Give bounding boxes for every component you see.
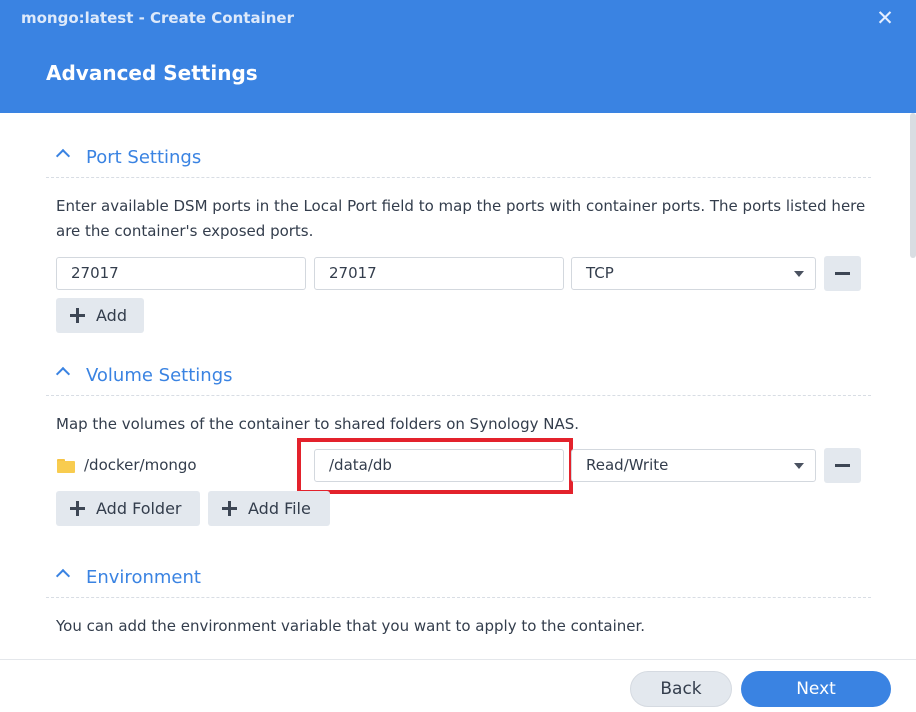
environment-header[interactable]: Environment: [46, 557, 871, 598]
volume-settings-title: Volume Settings: [86, 365, 233, 386]
environment-description: You can add the environment variable tha…: [56, 617, 646, 635]
add-port-label: Add: [96, 306, 127, 325]
container-port-input[interactable]: 27017: [314, 257, 564, 290]
port-settings-header[interactable]: Port Settings: [46, 137, 871, 178]
port-settings-title: Port Settings: [86, 147, 202, 168]
next-button[interactable]: Next: [741, 671, 891, 707]
plus-icon: [222, 501, 237, 516]
add-folder-label: Add Folder: [96, 499, 182, 518]
back-button[interactable]: Back: [630, 671, 732, 707]
page-title: Advanced Settings: [46, 61, 258, 85]
highlight-box: [297, 438, 573, 494]
volume-folder-path: /docker/mongo: [84, 456, 197, 474]
add-file-button[interactable]: Add File: [208, 491, 330, 526]
plus-icon: [70, 501, 85, 516]
minus-icon: [835, 464, 850, 467]
volume-settings-header[interactable]: Volume Settings: [46, 355, 871, 396]
dropdown-caret-icon: [794, 271, 804, 277]
window-title: mongo:latest - Create Container: [21, 9, 294, 27]
environment-title: Environment: [86, 567, 201, 588]
permission-value: Read/Write: [586, 456, 669, 474]
permission-select[interactable]: Read/Write: [571, 449, 816, 482]
chevron-up-icon: [55, 366, 71, 382]
add-folder-button[interactable]: Add Folder: [56, 491, 200, 526]
remove-port-button[interactable]: [824, 256, 861, 291]
local-port-input[interactable]: 27017: [56, 257, 306, 290]
port-settings-description: Enter available DSM ports in the Local P…: [56, 197, 866, 240]
folder-icon: [57, 459, 75, 473]
close-icon[interactable]: ✕: [876, 8, 894, 29]
scrollbar[interactable]: [910, 113, 916, 659]
dialog-header: mongo:latest - Create Container ✕ Advanc…: [0, 0, 916, 113]
add-port-button[interactable]: Add: [56, 298, 144, 333]
chevron-up-icon: [55, 148, 71, 164]
plus-icon: [70, 308, 85, 323]
scroll-thumb[interactable]: [910, 113, 916, 258]
volume-settings-description: Map the volumes of the container to shar…: [56, 415, 580, 433]
protocol-value: TCP: [586, 264, 614, 282]
minus-icon: [835, 272, 850, 275]
add-file-label: Add File: [248, 499, 311, 518]
dropdown-caret-icon: [794, 463, 804, 469]
protocol-select[interactable]: TCP: [571, 257, 816, 290]
chevron-up-icon: [55, 568, 71, 584]
remove-volume-button[interactable]: [824, 448, 861, 483]
